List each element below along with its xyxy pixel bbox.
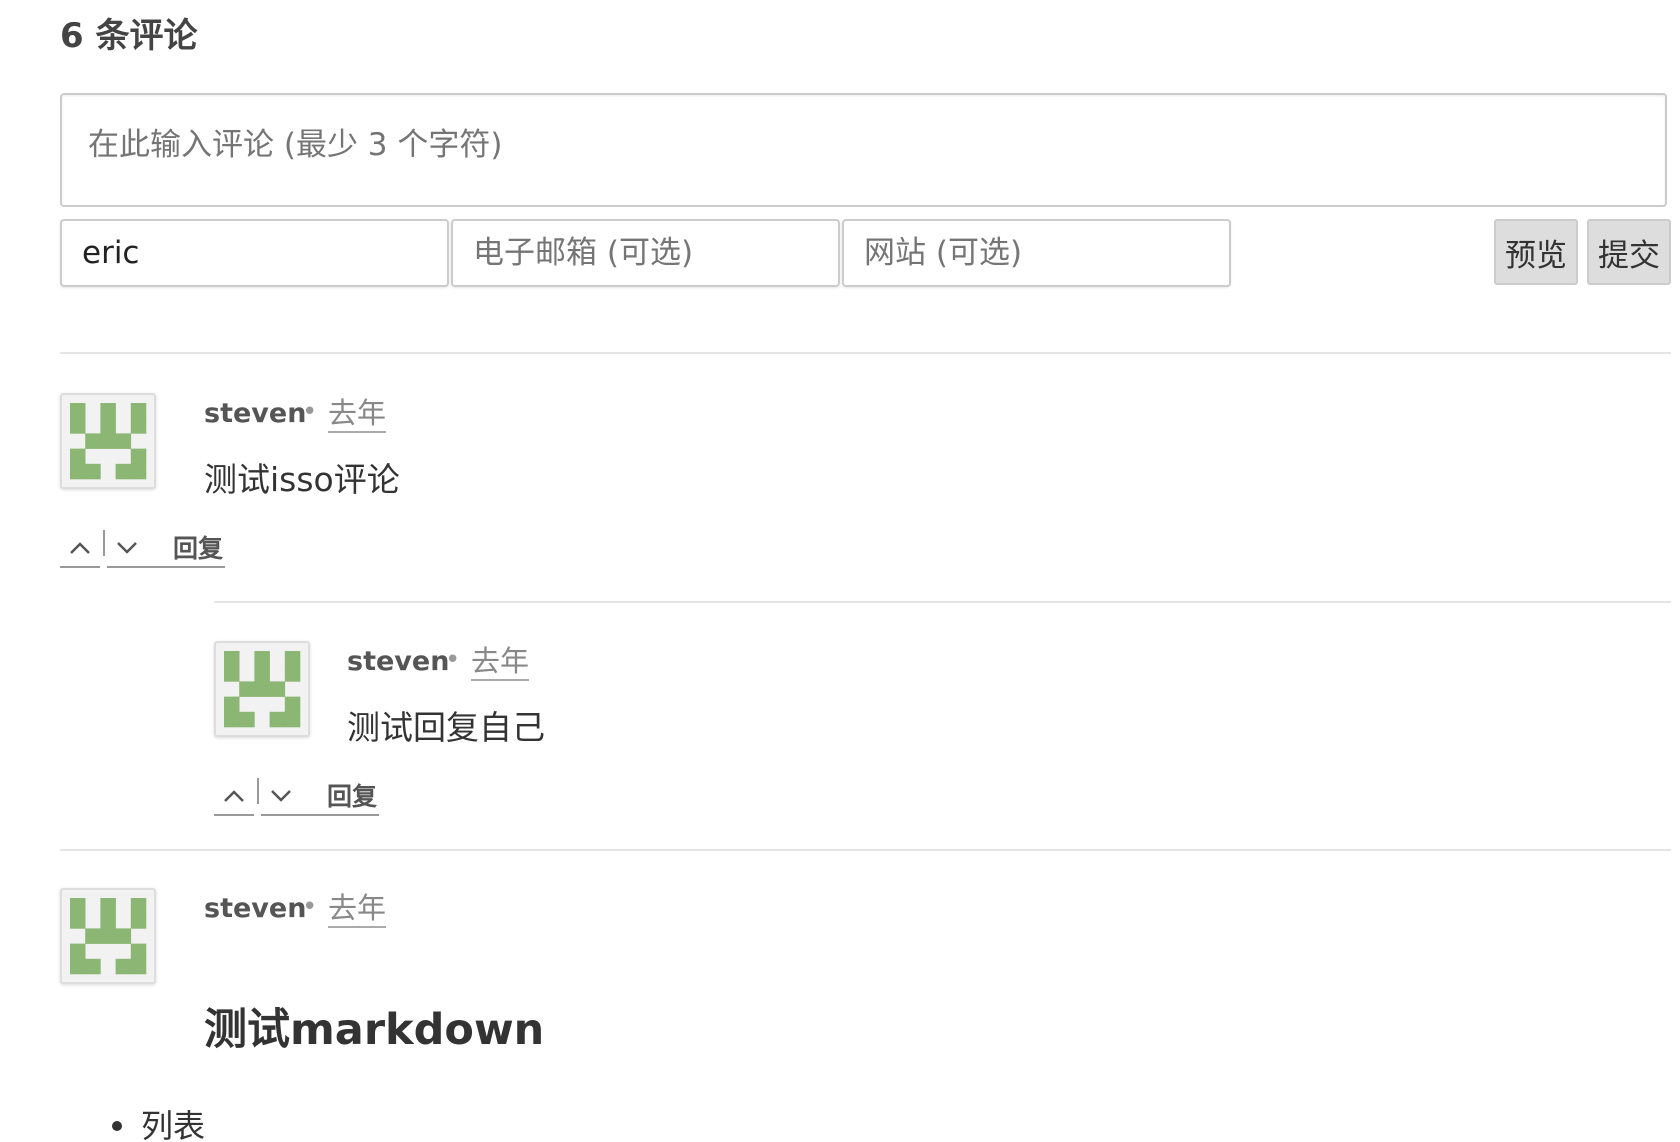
isso-comments: 6 条评论 在此输入评论 (最少 3 个字符) eric 电子邮箱 (可选) 网…	[0, 0, 1680, 1142]
identicon-icon	[224, 651, 301, 728]
meta-separator: •	[302, 397, 318, 427]
comment-author: steven	[347, 646, 450, 677]
comments-separator	[60, 352, 1671, 354]
comment-count-heading: 6 条评论	[60, 16, 198, 56]
comment-separator	[60, 849, 1671, 851]
author-name-value: eric	[82, 235, 140, 271]
downvote-button[interactable]	[261, 778, 301, 816]
list-item: 列表	[141, 1107, 206, 1142]
website-placeholder: 网站 (可选)	[864, 235, 1023, 271]
comment-permalink-time[interactable]: 去年	[328, 396, 387, 433]
comment-textarea[interactable]: 在此输入评论 (最少 3 个字符)	[60, 93, 1667, 207]
chevron-up-icon	[70, 542, 90, 554]
comment-permalink-time[interactable]: 去年	[471, 644, 530, 681]
textarea-placeholder: 在此输入评论 (最少 3 个字符)	[88, 127, 503, 163]
chevron-down-icon	[117, 542, 137, 554]
email-placeholder: 电子邮箱 (可选)	[473, 235, 694, 271]
reply-underline-gap	[301, 778, 327, 816]
vote-divider	[103, 530, 105, 556]
markdown-heading: 测试markdown	[204, 1005, 545, 1055]
vote-divider	[257, 778, 259, 804]
meta-separator: •	[445, 645, 461, 675]
upvote-button[interactable]	[214, 778, 254, 816]
chevron-up-icon	[224, 790, 244, 802]
chevron-down-icon	[271, 790, 291, 802]
identicon-icon	[70, 898, 147, 975]
submit-button[interactable]: 提交	[1587, 219, 1671, 285]
reply-underline-gap	[147, 530, 173, 568]
reply-link[interactable]: 回复	[173, 532, 226, 568]
identicon-icon	[70, 403, 147, 480]
comment-author: steven	[204, 893, 307, 924]
avatar	[60, 393, 156, 489]
website-field[interactable]: 网站 (可选)	[842, 219, 1231, 287]
list-bullet	[112, 1121, 122, 1131]
upvote-button[interactable]	[60, 530, 100, 568]
avatar	[60, 888, 156, 984]
meta-separator: •	[302, 892, 318, 922]
comment-text: 测试isso评论	[204, 460, 400, 499]
reply-separator	[214, 601, 1671, 603]
avatar	[214, 641, 310, 737]
preview-button[interactable]: 预览	[1494, 219, 1578, 285]
downvote-button[interactable]	[107, 530, 147, 568]
comment-permalink-time[interactable]: 去年	[328, 891, 387, 928]
comment-text: 测试回复自己	[347, 708, 545, 747]
reply-link[interactable]: 回复	[327, 780, 380, 816]
comment-author: steven	[204, 398, 307, 429]
author-name-field[interactable]: eric	[60, 219, 449, 287]
email-field[interactable]: 电子邮箱 (可选)	[451, 219, 840, 287]
